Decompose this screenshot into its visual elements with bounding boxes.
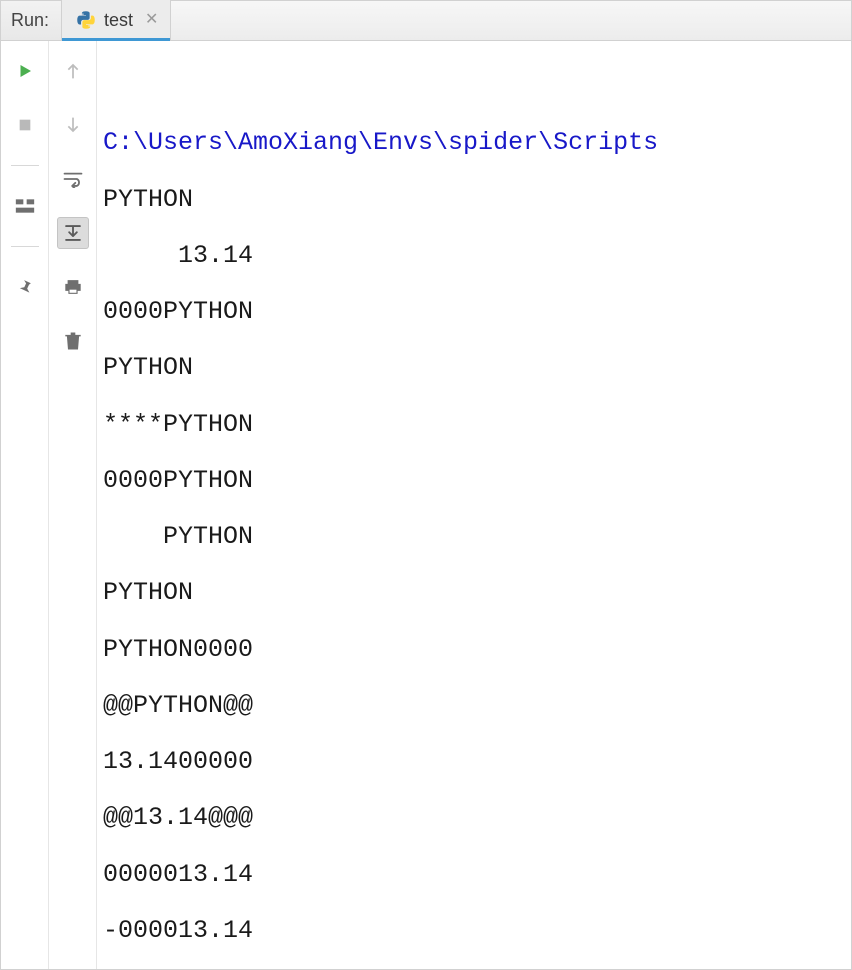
body: C:\Users\AmoXiang\Envs\spider\Scripts PY… <box>1 41 851 969</box>
soft-wrap-button[interactable] <box>57 163 89 195</box>
stop-button[interactable] <box>9 109 41 141</box>
rerun-button[interactable] <box>9 55 41 87</box>
console-output[interactable]: C:\Users\AmoXiang\Envs\spider\Scripts PY… <box>97 41 851 969</box>
output-line: ****PYTHON <box>103 410 253 439</box>
output-line: 0000013.14 <box>103 860 253 889</box>
output-line: @@PYTHON@@ <box>103 691 253 720</box>
output-line: PYTHON <box>103 353 193 382</box>
command-line: C:\Users\AmoXiang\Envs\spider\Scripts <box>103 128 658 157</box>
mid-gutter <box>49 41 97 969</box>
output-line: 13.1400000 <box>103 747 253 776</box>
output-line: PYTHON <box>103 522 253 551</box>
clear-all-button[interactable] <box>57 325 89 357</box>
output-line: -000013.14 <box>103 916 253 945</box>
print-button[interactable] <box>57 271 89 303</box>
tab-label: test <box>104 10 133 31</box>
output-line: 13.14 <box>103 241 253 270</box>
scroll-to-end-button[interactable] <box>57 217 89 249</box>
output-line: PYTHON <box>103 578 193 607</box>
up-arrow-button[interactable] <box>57 55 89 87</box>
output-line: PYTHON0000 <box>103 635 253 664</box>
output-line: 0000PYTHON <box>103 466 253 495</box>
output-line: 0000PYTHON <box>103 297 253 326</box>
run-label: Run: <box>1 1 62 40</box>
pin-button[interactable] <box>9 271 41 303</box>
layout-button[interactable] <box>9 190 41 222</box>
divider <box>11 165 39 166</box>
run-tool-window: Run: test ✕ <box>0 0 852 970</box>
down-arrow-button[interactable] <box>57 109 89 141</box>
tab-test[interactable]: test ✕ <box>62 0 171 40</box>
left-gutter <box>1 41 49 969</box>
divider <box>11 246 39 247</box>
header: Run: test ✕ <box>1 1 851 41</box>
close-icon[interactable]: ✕ <box>145 12 158 28</box>
python-icon <box>76 10 96 30</box>
output-line: @@13.14@@@ <box>103 803 253 832</box>
output-line: PYTHON <box>103 185 193 214</box>
tabs: test ✕ <box>62 1 851 40</box>
